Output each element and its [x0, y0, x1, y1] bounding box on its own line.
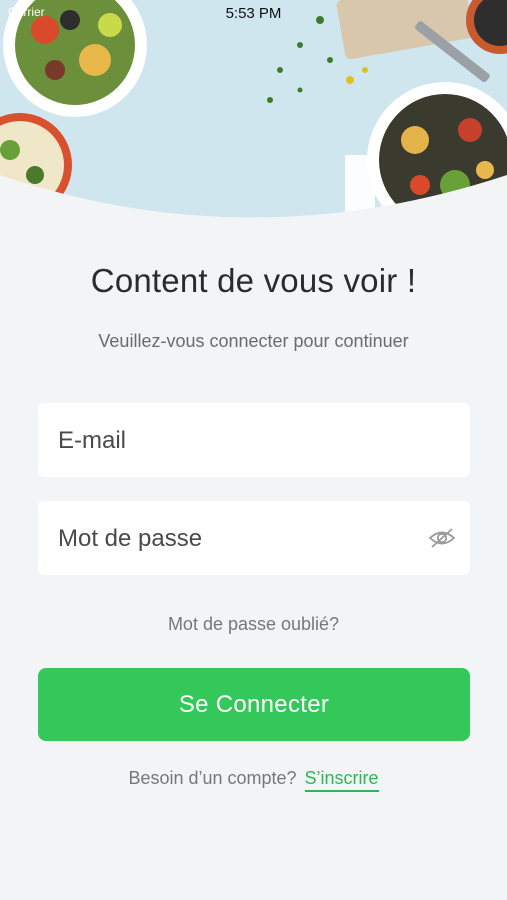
page-subtitle: Veuillez-vous connecter pour continuer	[98, 331, 409, 351]
email-input[interactable]	[56, 403, 420, 479]
password-field[interactable]	[38, 501, 470, 577]
eye-off-icon[interactable]	[428, 525, 456, 551]
signup-prompt: Besoin d’un compte?	[128, 768, 297, 788]
status-bar: Carrier 5:53 PM	[0, 0, 507, 28]
password-input[interactable]	[56, 501, 420, 577]
page-title: Content de vous voir !	[90, 262, 417, 299]
forgot-password-link[interactable]: Mot de passe oublié?	[0, 614, 507, 635]
login-button[interactable]: Se Connecter	[38, 668, 470, 741]
status-time: 5:53 PM	[225, 5, 282, 22]
signup-link[interactable]: S’inscrire	[304, 768, 379, 792]
signup-row: Besoin d’un compte? S’inscrire	[0, 768, 507, 792]
hero-food-image	[0, 0, 507, 240]
email-field[interactable]	[38, 403, 470, 479]
